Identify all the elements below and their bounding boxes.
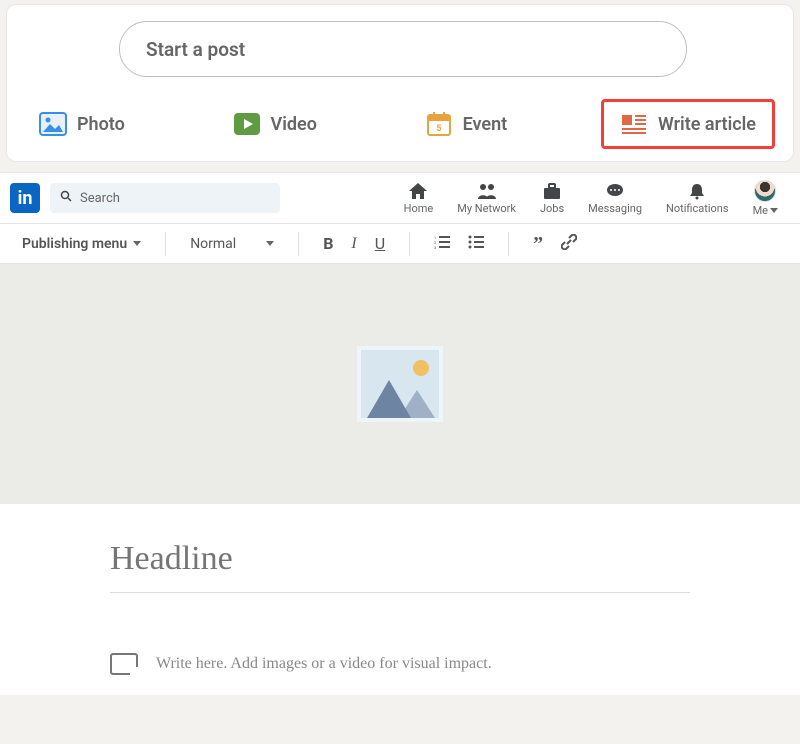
svg-text:3: 3 [434,245,436,249]
start-post-card: Start a post Photo Video [6,4,794,162]
write-article-icon [620,110,648,138]
write-article-button[interactable]: Write article [601,99,775,149]
nav-me[interactable]: Me [741,180,790,217]
italic-label: I [351,235,356,253]
publishing-menu-button[interactable]: Publishing menu [16,232,147,256]
underline-button[interactable]: U [369,230,391,257]
chevron-down-icon [770,208,778,213]
publishing-menu-label: Publishing menu [22,236,127,252]
underline-label: U [375,234,385,253]
photo-label: Photo [77,114,125,135]
bell-icon [688,182,706,200]
italic-button[interactable]: I [345,231,362,257]
chevron-down-icon [266,241,274,246]
avatar [754,180,776,202]
blockquote-button[interactable]: ” [527,235,549,253]
nav-network[interactable]: My Network [445,182,528,215]
event-button[interactable]: 5 Event [411,102,522,146]
photo-icon [39,110,67,138]
event-icon: 5 [425,110,453,138]
divider [110,592,690,593]
plus-icon: + [133,668,141,680]
toolbar-separator [298,232,299,256]
add-media-button[interactable]: + [110,653,138,675]
nav-jobs[interactable]: Jobs [528,182,576,215]
home-icon [408,182,428,200]
body-placeholder: Write here. Add images or a video for vi… [156,655,492,672]
link-icon [561,234,577,254]
jobs-icon [542,182,562,200]
start-post-placeholder: Start a post [146,38,245,61]
headline-input[interactable] [110,534,690,592]
link-button[interactable] [555,230,583,258]
bold-label: B [323,234,333,253]
photo-button[interactable]: Photo [25,102,139,146]
nav-notifications-label: Notifications [666,202,729,215]
style-select-label: Normal [190,236,236,252]
top-nav: in Search Home My Network Jobs Messaging [0,172,800,224]
video-icon [233,110,261,138]
toolbar-separator [409,232,410,256]
nav-messaging[interactable]: Messaging [576,182,654,215]
nav-network-label: My Network [457,202,516,215]
quote-label: ” [533,239,543,249]
start-post-input[interactable]: Start a post [119,21,687,77]
toolbar-separator [508,232,509,256]
post-actions-row: Photo Video 5 [23,95,777,157]
network-icon [476,182,498,200]
nav-notifications[interactable]: Notifications [654,182,741,215]
article-body: + Write here. Add images or a video for … [0,504,800,695]
bold-button[interactable]: B [317,230,339,257]
chevron-down-icon [133,241,141,246]
event-label: Event [463,114,508,135]
toolbar-separator [165,232,166,256]
nav-jobs-label: Jobs [540,202,564,215]
style-select[interactable]: Normal [184,232,280,256]
search-placeholder: Search [80,191,120,206]
nav-messaging-label: Messaging [588,202,642,215]
cover-image-area[interactable] [0,264,800,504]
nav-me-label: Me [753,204,768,217]
image-placeholder-icon [357,346,443,422]
nav-home[interactable]: Home [392,182,446,215]
messaging-icon [605,182,625,200]
write-article-label: Write article [658,114,756,135]
bullet-list-icon [468,235,484,253]
numbered-list-icon: 123 [434,235,450,253]
video-label: Video [271,114,317,135]
svg-text:5: 5 [436,124,441,134]
body-row: + Write here. Add images or a video for … [110,653,690,675]
video-button[interactable]: Video [219,102,331,146]
body-input[interactable]: Write here. Add images or a video for vi… [156,655,492,673]
nav-home-label: Home [404,202,434,215]
editor-toolbar: Publishing menu Normal B I U 123 ” [0,224,800,264]
search-input[interactable]: Search [50,183,280,213]
ordered-list-button[interactable]: 123 [428,231,456,257]
linkedin-logo[interactable]: in [10,183,40,213]
search-icon [60,190,72,206]
unordered-list-button[interactable] [462,231,490,257]
